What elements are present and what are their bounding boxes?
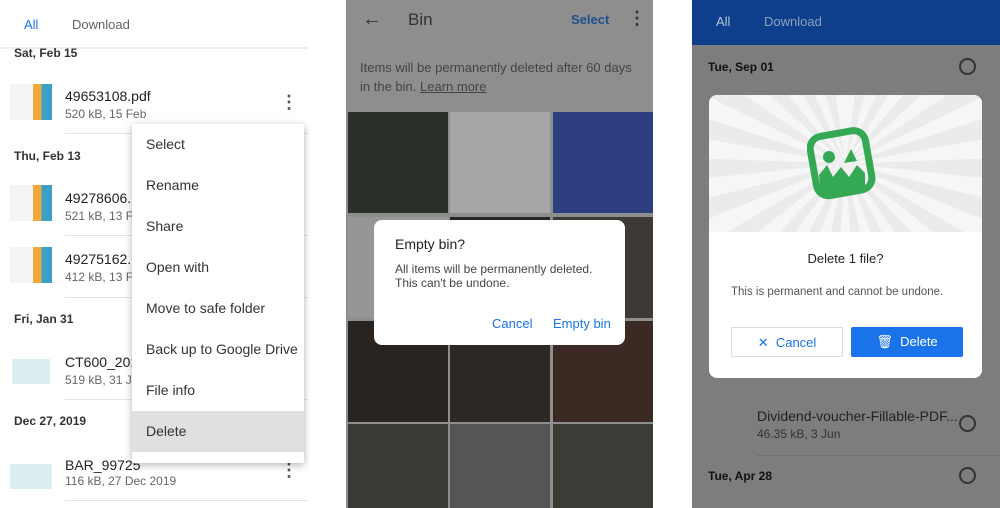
bin-photo[interactable] xyxy=(450,424,550,508)
menu-item-move-safe-folder[interactable]: Move to safe folder xyxy=(132,288,304,329)
dialog-body: This is permanent and cannot be undone. xyxy=(731,286,944,298)
select-radio[interactable] xyxy=(959,415,976,432)
delete-dialog: Delete 1 file? This is permanent and can… xyxy=(709,95,982,378)
tab-all[interactable]: All xyxy=(716,14,730,29)
file-meta: 520 kB, 15 Feb xyxy=(65,107,147,121)
monster-logo-icon xyxy=(807,127,876,200)
date-header: Fri, Jan 31 xyxy=(14,312,74,326)
dialog-body: This can't be undone. xyxy=(395,276,510,290)
file-name[interactable]: 49653108.pdf xyxy=(65,88,151,104)
more-options-icon[interactable]: ⋮ xyxy=(280,460,298,481)
cancel-button[interactable]: Cancel xyxy=(492,316,532,331)
delete-file-screen: All Download Tue, Sep 01 Dividend-vouche… xyxy=(692,0,1000,508)
more-options-icon[interactable]: ⋮ xyxy=(628,8,646,29)
file-thumbnail xyxy=(10,453,52,489)
file-meta: 519 kB, 31 Ja xyxy=(65,373,139,387)
file-meta: 521 kB, 13 Fe xyxy=(65,209,140,223)
tab-download[interactable]: Download xyxy=(764,14,822,29)
learn-more-link[interactable]: Learn more xyxy=(420,79,486,94)
back-arrow-icon[interactable]: ← xyxy=(362,8,382,31)
cancel-button[interactable]: ✕ Cancel xyxy=(731,327,843,357)
empty-bin-button[interactable]: Empty bin xyxy=(553,316,611,331)
date-header: Dec 27, 2019 xyxy=(14,414,87,428)
tab-all[interactable]: All xyxy=(24,17,38,32)
date-header: Sat, Feb 15 xyxy=(14,46,78,60)
divider xyxy=(65,500,308,501)
empty-bin-dialog: Empty bin? All items will be permanently… xyxy=(374,220,625,345)
file-thumbnail xyxy=(12,348,50,384)
bin-photo[interactable] xyxy=(348,112,448,213)
file-name[interactable]: BAR_99725 xyxy=(65,457,141,473)
bin-photo[interactable] xyxy=(348,424,448,508)
date-header: Tue, Apr 28 xyxy=(708,469,773,483)
divider xyxy=(757,455,998,456)
delete-label: Delete xyxy=(900,334,938,349)
date-header: Tue, Sep 01 xyxy=(708,60,774,74)
bin-photo[interactable] xyxy=(553,112,653,213)
dialog-body: All items will be permanently deleted. xyxy=(395,262,593,276)
file-thumbnail xyxy=(10,84,52,120)
select-button[interactable]: Select xyxy=(571,12,609,27)
file-name[interactable]: 49278606.p xyxy=(65,190,139,206)
menu-item-share[interactable]: Share xyxy=(132,206,304,247)
file-meta: 412 kB, 13 Fe xyxy=(65,270,140,284)
select-radio[interactable] xyxy=(959,58,976,75)
file-thumbnail xyxy=(10,247,52,283)
file-name[interactable]: 49275162.p xyxy=(65,251,139,267)
bin-photo[interactable] xyxy=(450,112,550,213)
file-meta: 116 kB, 27 Dec 2019 xyxy=(65,474,177,488)
dialog-title: Delete 1 file? xyxy=(807,251,884,266)
cancel-label: Cancel xyxy=(775,335,817,350)
menu-item-open-with[interactable]: Open with xyxy=(132,247,304,288)
menu-item-delete[interactable]: Delete xyxy=(132,411,304,452)
bin-photo[interactable] xyxy=(553,424,653,508)
files-list-screen: All Download Sat, Feb 15 49653108.pdf 52… xyxy=(0,0,310,508)
delete-button[interactable]: 🗑 Delete xyxy=(851,327,963,357)
notice-text: Items will be permanently deleted after … xyxy=(360,60,632,94)
file-name[interactable]: CT600_201 xyxy=(65,354,138,370)
date-header: Thu, Feb 13 xyxy=(14,149,81,163)
page-title: Bin xyxy=(408,10,433,29)
file-meta: 46.35 kB, 3 Jun xyxy=(757,427,841,441)
menu-item-file-info[interactable]: File info xyxy=(132,370,304,411)
more-options-icon[interactable]: ⋮ xyxy=(280,92,298,113)
tab-download[interactable]: Download xyxy=(72,17,130,32)
menu-item-rename[interactable]: Rename xyxy=(132,165,304,206)
bin-screen: ← Bin Select ⋮ Items will be permanently… xyxy=(346,0,653,508)
dialog-title: Empty bin? xyxy=(395,236,466,252)
file-name[interactable]: Dividend-voucher-Fillable-PDF... xyxy=(757,408,958,424)
context-menu: Select Rename Share Open with Move to sa… xyxy=(132,124,304,463)
bin-notice: Items will be permanently deleted after … xyxy=(360,58,645,96)
trash-icon: 🗑 xyxy=(876,334,893,349)
file-thumbnail xyxy=(10,185,52,221)
select-radio[interactable] xyxy=(959,467,976,484)
menu-item-backup-drive[interactable]: Back up to Google Drive xyxy=(132,329,304,370)
app-header xyxy=(692,0,1000,45)
menu-item-select[interactable]: Select xyxy=(132,124,304,165)
close-icon: ✕ xyxy=(757,335,769,350)
